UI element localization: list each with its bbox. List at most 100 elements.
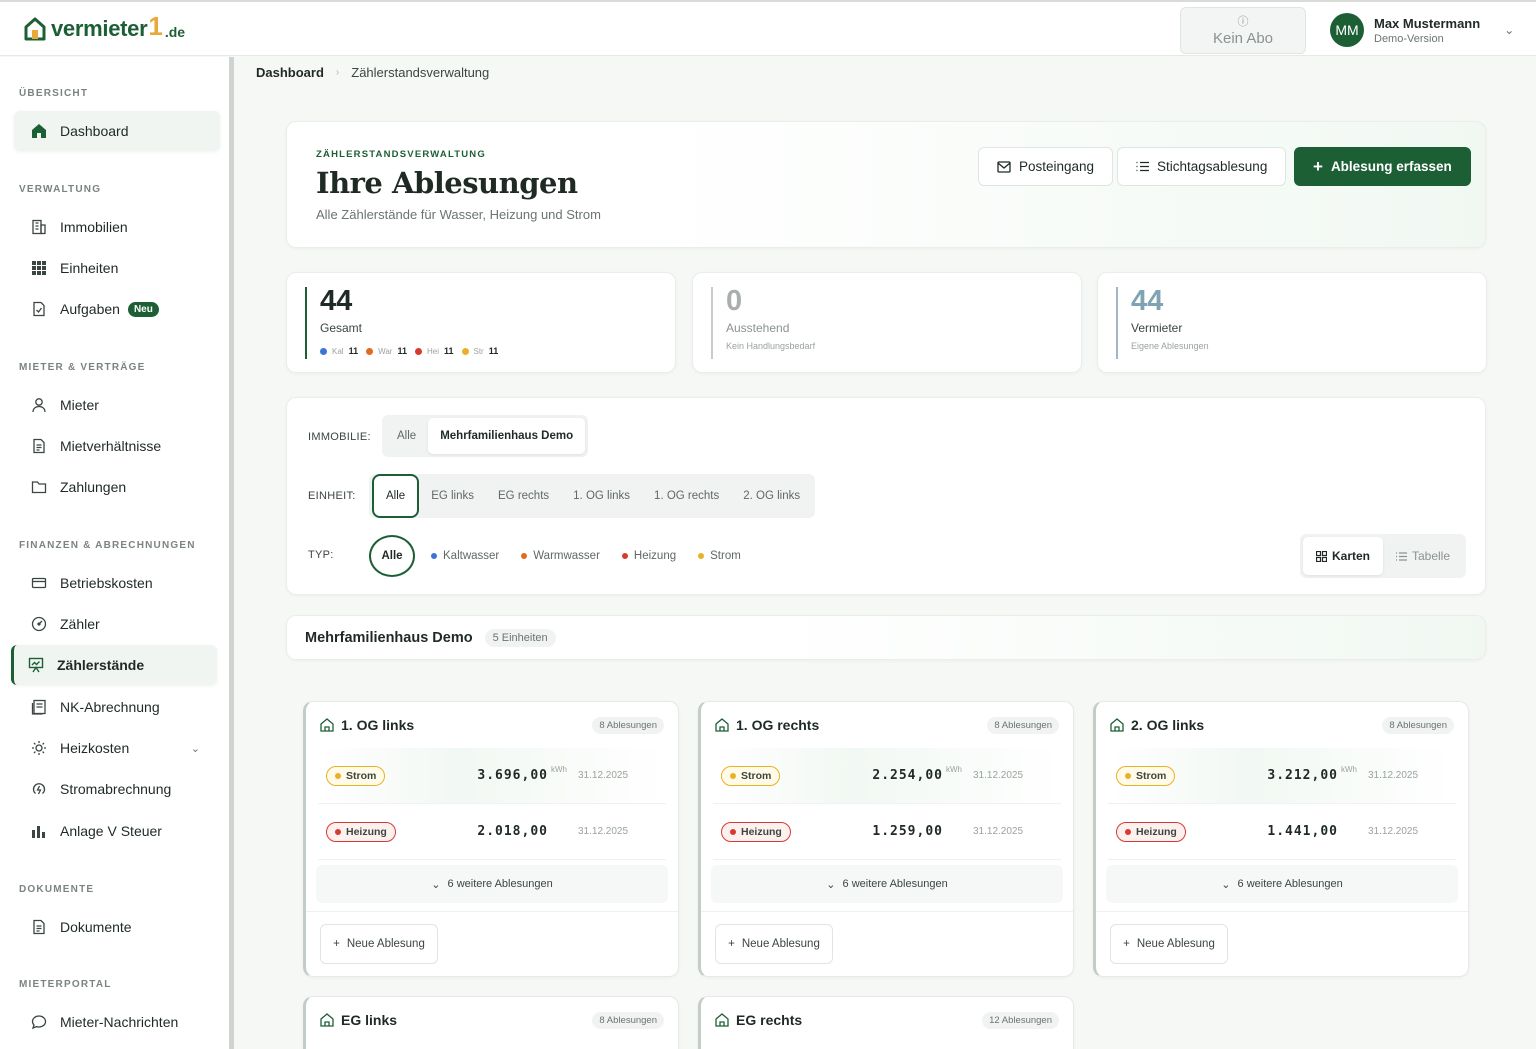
folder-icon (30, 478, 48, 496)
logo-tld: .de (164, 23, 186, 40)
warmwasser-dot (366, 347, 374, 355)
sidebar-item-zaehlerstaende[interactable]: Zählerstände (11, 645, 217, 685)
type-label: Strom (346, 769, 377, 782)
card-icon (30, 574, 48, 592)
new-reading-button[interactable]: + Neue Ablesung (1110, 924, 1228, 964)
sidebar-item-mietverhaeltnisse[interactable]: Mietverhältnisse (14, 426, 220, 466)
view-cards-button[interactable]: Karten (1303, 537, 1383, 575)
sidebar-item-einheiten[interactable]: Einheiten (14, 248, 220, 288)
user-name: Max Mustermann (1374, 15, 1481, 31)
heizung-dot (414, 347, 422, 355)
sidebar-item-dokumente[interactable]: Dokumente (14, 907, 220, 947)
typ-option-label: Strom (710, 550, 741, 562)
type-label: Strom (741, 769, 772, 782)
sidebar-item-zaehler[interactable]: Zähler (14, 604, 220, 644)
subscription-button[interactable]: ⓘ Kein Abo (1180, 7, 1306, 54)
typ-option-all[interactable]: Alle (369, 535, 415, 577)
sidebar-item-label: Dokumente (60, 919, 132, 935)
reading-value: 3.696,00 (477, 768, 548, 783)
grid-icon (30, 259, 48, 277)
sidebar-section-label: FINANZEN & ABRECHNUNGEN (19, 540, 196, 551)
property-group-header[interactable]: Mehrfamilienhaus Demo 5 Einheiten (286, 615, 1486, 660)
view-table-label: Tabelle (1411, 549, 1451, 563)
stat-value: 44 (1131, 285, 1164, 317)
type-label: Heizung (741, 825, 782, 838)
strom-dot (461, 347, 469, 355)
immobilie-option[interactable]: Mehrfamilienhaus Demo (428, 418, 586, 454)
reading-date: 31.12.2025 (1368, 826, 1419, 837)
stat-value: 44 (320, 285, 353, 317)
einheit-option[interactable]: EG links (419, 478, 486, 514)
typ-option-warmwasser[interactable]: Warmwasser (521, 550, 600, 562)
logo-text: vermieter (51, 15, 148, 41)
reading-row[interactable]: Strom 3.212,00 kWh 31.12.2025 (1108, 748, 1456, 804)
reading-row[interactable]: Heizung 1.259,00 31.12.2025 (713, 804, 1061, 860)
stat-label: Gesamt (320, 321, 363, 335)
new-reading-button[interactable]: + Neue Ablesung (320, 924, 438, 964)
view-table-button[interactable]: Tabelle (1383, 537, 1463, 575)
breakdown-count: 11 (443, 346, 454, 356)
sidebar-item-mieter-nachrichten[interactable]: Mieter-Nachrichten (14, 1002, 220, 1042)
inbox-button[interactable]: Posteingang (978, 147, 1114, 186)
type-pill: Strom (721, 765, 781, 786)
new-reading-button[interactable]: + Neue Ablesung (715, 924, 833, 964)
sidebar-section-label: MIETER & VERTRÄGE (19, 362, 146, 373)
reading-row[interactable]: Heizung 1.441,00 31.12.2025 (1108, 804, 1456, 860)
home-outline-icon (1110, 718, 1124, 732)
einheit-filter-label: EINHEIT: (308, 490, 356, 502)
einheit-option[interactable]: 1. OG rechts (642, 478, 731, 514)
breadcrumb-root[interactable]: Dashboard (256, 65, 324, 80)
strom-dot (698, 553, 705, 559)
sidebar-item-mieter[interactable]: Mieter (14, 385, 220, 425)
show-more-button[interactable]: ⌄ 6 weitere Ablesungen (711, 865, 1063, 903)
show-more-label: 6 weitere Ablesungen (447, 878, 553, 890)
user-role: Demo-Version (1374, 32, 1444, 45)
logo[interactable]: vermieter 1 .de (24, 11, 186, 42)
sidebar-item-aufgaben[interactable]: Aufgaben Neu (14, 289, 220, 329)
stat-card-pending: 0 Ausstehend Kein Handlungsbedarf (692, 272, 1082, 373)
stat-card-total: 44 Gesamt Kal 11 War 11 Hei 11 Str 11 (286, 272, 676, 373)
add-reading-button[interactable]: + Ablesung erfassen (1294, 147, 1471, 186)
stichtag-button[interactable]: Stichtagsablesung (1117, 147, 1287, 186)
typ-option-heizung[interactable]: Heizung (621, 550, 676, 562)
sidebar-item-label: Aufgaben (60, 301, 120, 317)
sidebar-item-label: Anlage V Steuer (60, 823, 162, 839)
breakdown-abbr: Str (473, 346, 484, 356)
sidebar-item-label: Zahlungen (60, 479, 127, 495)
sidebar-item-zahlungen[interactable]: Zahlungen (14, 467, 220, 507)
sidebar-item-label: Mieter-Nachrichten (60, 1014, 179, 1030)
einheit-option[interactable]: 2. OG links (731, 478, 812, 514)
user-menu[interactable]: MM Max Mustermann Demo-Version ⌄ (1330, 13, 1514, 47)
sidebar-scrollbar[interactable] (229, 57, 234, 1049)
sidebar-item-anlage-v[interactable]: Anlage V Steuer (14, 811, 220, 851)
show-more-button[interactable]: ⌄ 6 weitere Ablesungen (1106, 865, 1458, 903)
stat-accent-bar (711, 287, 713, 359)
reading-count-badge: 8 Ablesungen (592, 1011, 664, 1029)
chevron-down-icon: ⌄ (190, 742, 200, 755)
new-reading-label: Neue Ablesung (741, 938, 820, 950)
sidebar-item-nk-abrechnung[interactable]: NK-Abrechnung (14, 687, 220, 727)
typ-option-strom[interactable]: Strom (698, 550, 741, 562)
sidebar-item-dashboard[interactable]: Dashboard (14, 111, 220, 151)
sidebar-item-betriebskosten[interactable]: Betriebskosten (14, 563, 220, 603)
strom-dot (335, 772, 341, 779)
einheit-option[interactable]: Alle (372, 474, 420, 518)
reading-count-badge: 8 Ablesungen (987, 716, 1059, 734)
sidebar-item-stromabrechnung[interactable]: Stromabrechnung (14, 769, 220, 809)
reading-row[interactable]: Heizung 2.018,00 31.12.2025 (318, 804, 666, 860)
reading-row[interactable]: Strom 2.254,00 kWh 31.12.2025 (713, 748, 1061, 804)
show-more-button[interactable]: ⌄ 6 weitere Ablesungen (316, 865, 668, 903)
einheit-option[interactable]: EG rechts (486, 478, 561, 514)
stichtag-label: Stichtagsablesung (1157, 159, 1268, 174)
type-pill: Strom (326, 765, 386, 786)
logo-one: 1 (148, 11, 163, 41)
einheit-option[interactable]: 1. OG links (561, 478, 642, 514)
reading-row[interactable]: Strom 3.696,00 kWh 31.12.2025 (318, 748, 666, 804)
reading-value: 2.018,00 (477, 824, 548, 839)
immobilie-option[interactable]: Alle (385, 418, 428, 454)
sidebar-item-immobilien[interactable]: Immobilien (14, 207, 220, 247)
sidebar-item-heizkosten[interactable]: Heizkosten ⌄ (14, 728, 220, 768)
warmwasser-dot (521, 553, 528, 559)
typ-option-kaltwasser[interactable]: Kaltwasser (431, 550, 499, 562)
stat-accent-bar (305, 287, 307, 359)
